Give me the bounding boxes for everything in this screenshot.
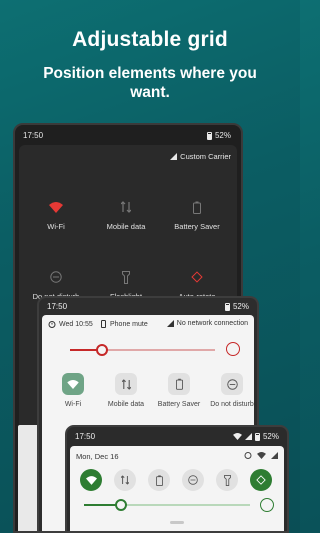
auto-rotate-icon [162,269,232,285]
battery-icon [206,131,212,140]
signal-icon [166,320,174,327]
promo-title: Adjustable grid [72,28,228,51]
battery-saver-icon [168,373,190,395]
brightness-thumb[interactable] [115,499,127,511]
status-time: 17:50 [23,131,44,140]
wifi-icon [62,373,84,395]
dnd-icon [221,373,243,395]
tile-mobile-data[interactable]: Mobile data [91,199,161,231]
tile-label: Battery Saver [174,222,220,231]
network-item: No network connection [166,320,248,327]
wifi-status-icon [233,433,242,440]
status-bar: 17:50 52% [75,432,279,444]
brightness-thumb[interactable] [96,344,108,356]
tile-wifi[interactable]: Wi-Fi [21,199,91,231]
flashlight-icon[interactable] [216,469,238,491]
mobile-data-icon [115,373,137,395]
status-battery: 52% [214,131,231,140]
battery-icon [254,432,260,441]
battery-saver-icon[interactable] [148,469,170,491]
signal-icon [170,153,178,160]
battery-icon [224,302,230,311]
auto-rotate-icon[interactable] [250,469,272,491]
wifi-icon[interactable] [80,469,102,491]
alarm-time: Wed 10:55 [59,320,93,328]
status-bar: 17:50 52% [47,302,249,314]
status-bar: 17:50 52% [23,131,231,143]
tile-label: Do not disturb [210,401,254,408]
mobile-data-icon [91,199,161,215]
tile-row [80,469,274,493]
tile-label: Battery Saver [157,401,201,408]
status-time: 17:50 [47,302,68,311]
tile-label: Mobile data [106,222,146,231]
brightness-slider[interactable] [70,344,215,356]
network-label: No network connection [176,320,248,327]
alarm-icon [244,452,252,459]
tile-label: Wi-Fi [64,401,82,408]
carrier-name: Custom Carrier [180,152,231,161]
mobile-data-icon[interactable] [114,469,136,491]
brightness-icon[interactable] [226,342,240,356]
tile-label: Wi-Fi [47,222,65,231]
alarm-item: Wed 10:55 [48,320,93,328]
dnd-icon [21,269,91,285]
top-right-status [244,451,278,459]
wifi-icon [21,199,91,215]
wifi-status-icon [257,451,266,459]
status-battery: 52% [262,432,279,441]
phone-mode-item: Phone mute [100,320,148,328]
quick-settings-panel: Mon, Dec 16 [70,446,284,531]
signal-icon [244,433,252,440]
tile-battery-saver[interactable]: Battery Saver [153,373,205,409]
flashlight-icon [91,269,161,285]
tile-mobile-data[interactable]: Mobile data [100,373,152,409]
status-time: 17:50 [75,432,96,441]
date-label: Mon, Dec 16 [76,452,119,461]
drag-handle[interactable] [170,521,184,524]
alarm-icon [48,321,56,328]
tile-battery-saver[interactable]: Battery Saver [162,199,232,231]
battery-saver-icon [162,199,232,215]
dnd-icon[interactable] [182,469,204,491]
status-battery: 52% [232,302,249,311]
brightness-icon[interactable] [260,498,274,512]
tile-label: Mobile data [107,401,145,408]
info-row: Wed 10:55 Phone mute No network connecti… [48,320,248,332]
phone-mode-label: Phone mute [110,320,148,328]
carrier-row: Custom Carrier [170,152,231,161]
signal-icon [271,451,278,459]
vibrate-icon [101,320,106,328]
brightness-slider[interactable] [84,499,250,511]
tile-wifi[interactable]: Wi-Fi [47,373,99,409]
tile-dnd[interactable]: Do not disturb [206,373,257,409]
phone-front-preview: 17:50 52% Mon, Dec 16 [65,425,289,533]
promo-subtitle: Position elements where you want. [43,65,257,101]
